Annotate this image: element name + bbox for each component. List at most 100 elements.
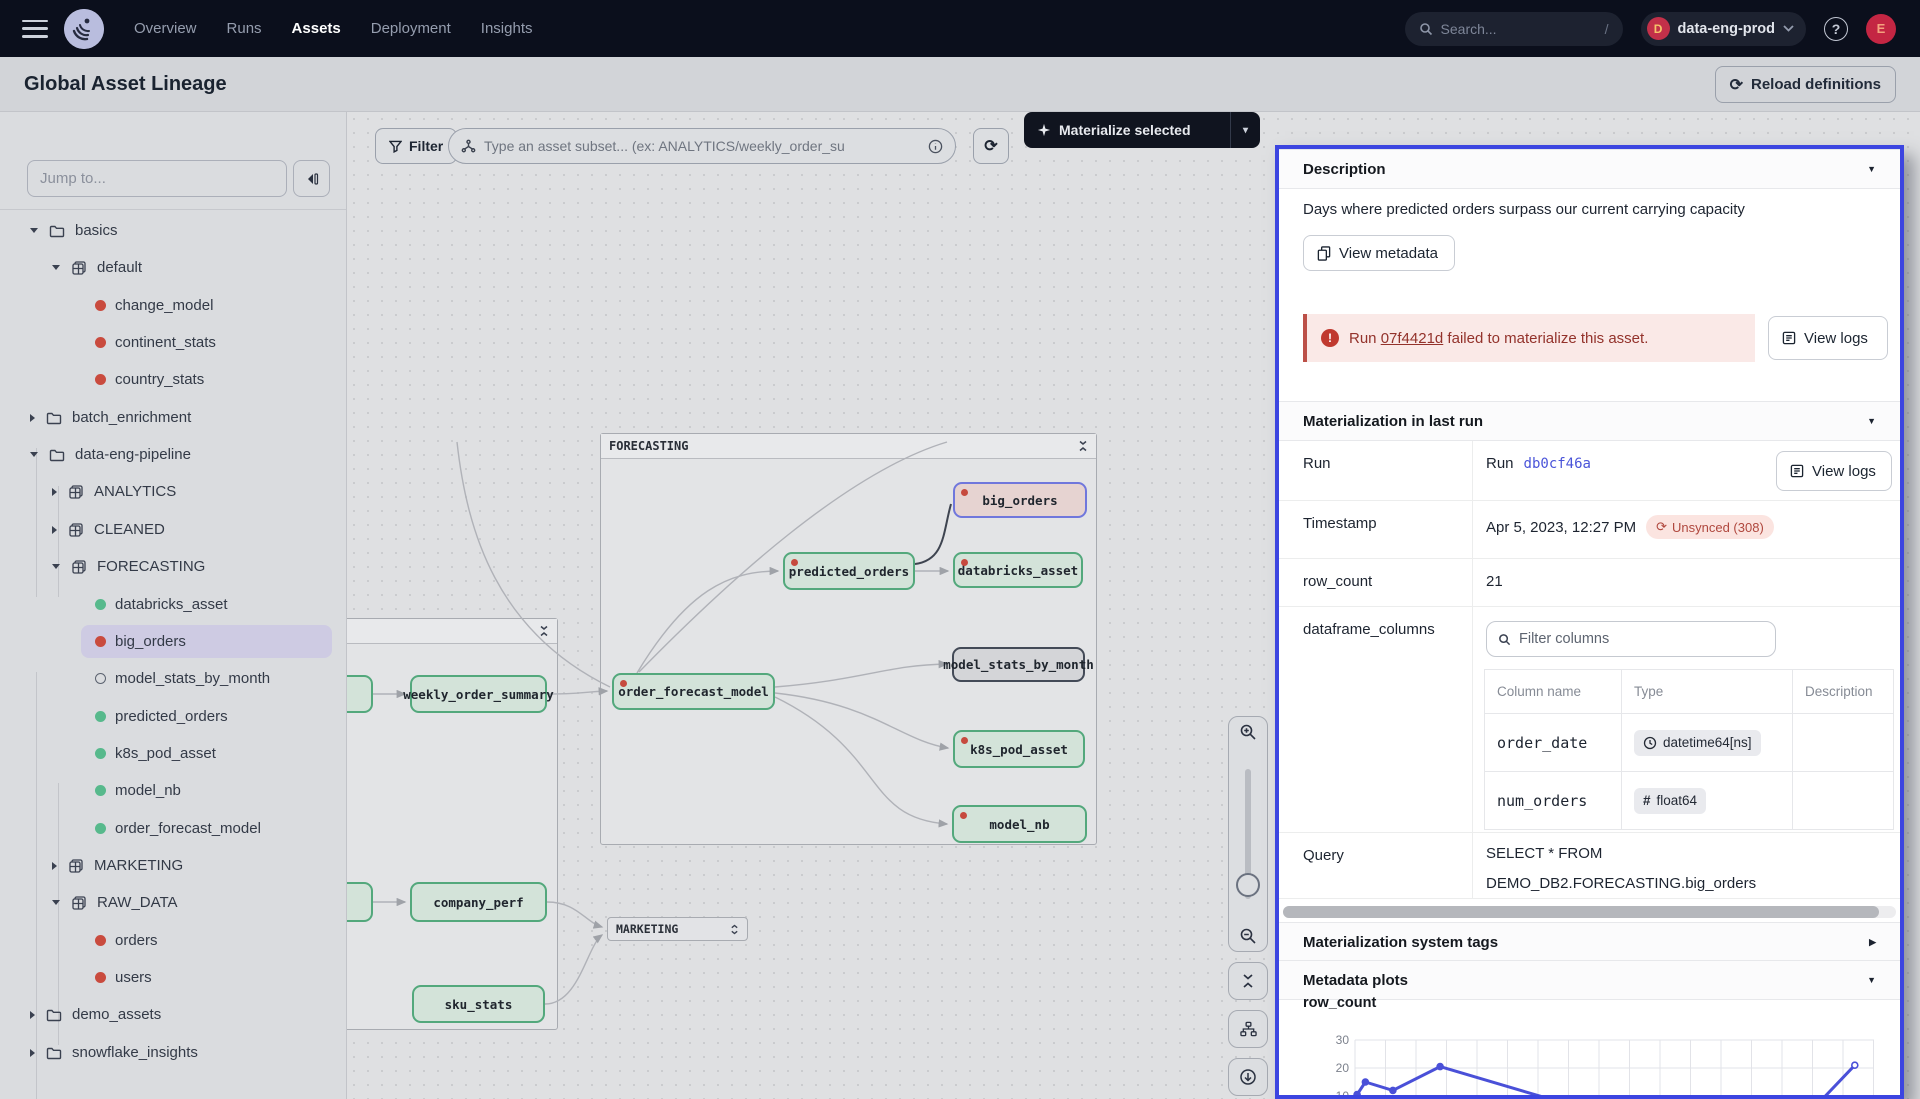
tree-caret-icon[interactable] (30, 1049, 35, 1057)
zoom-out-icon[interactable] (1239, 927, 1257, 945)
tree-caret-icon[interactable] (52, 564, 60, 569)
tree-caret-icon[interactable] (52, 526, 57, 534)
collapse-vertical-icon (1241, 973, 1255, 989)
sidebar-item-label: CLEANED (94, 521, 165, 538)
sidebar-item-continent_stats[interactable]: continent_stats (0, 324, 347, 361)
filter-button[interactable]: Filter (375, 128, 457, 164)
graph-node-k8s_pod_asset[interactable]: k8s_pod_asset (953, 730, 1085, 768)
sidebar-item-big_orders[interactable]: big_orders (0, 623, 347, 660)
zoom-slider-handle[interactable] (1236, 873, 1260, 897)
sidebar-item-demo_assets[interactable]: demo_assets (0, 996, 347, 1033)
tree-caret-icon[interactable] (30, 1011, 35, 1019)
search-icon (1498, 633, 1511, 646)
graph-node-big_orders[interactable]: big_orders (953, 482, 1087, 518)
graph-node-model_stats_by_month[interactable]: model_stats_by_month (952, 647, 1085, 682)
section-materialization-system-tags[interactable]: Materialization system tags ▶ (1279, 922, 1900, 962)
filter-columns-input[interactable] (1519, 631, 1764, 647)
view-logs-button[interactable]: View logs (1776, 451, 1892, 491)
sidebar-item-orders[interactable]: orders (0, 922, 347, 959)
asset-tree: basicsdefaultchange_modelcontinent_stats… (0, 212, 346, 1099)
sidebar-item-raw_data[interactable]: RAW_DATA (0, 884, 347, 921)
sidebar-item-marketing[interactable]: MARKETING (0, 847, 347, 884)
graph-node-weekly_order_summary[interactable]: weekly_order_summary (410, 675, 547, 713)
tree-caret-icon[interactable] (52, 265, 60, 270)
sidebar-item-change_model[interactable]: change_model (0, 287, 347, 324)
recenter-button[interactable] (1228, 1058, 1268, 1096)
sidebar-item-batch_enrichment[interactable]: batch_enrichment (0, 399, 347, 436)
sidebar-item-default[interactable]: default (0, 249, 347, 286)
tree-caret-icon[interactable] (30, 414, 35, 422)
nav-item-assets[interactable]: Assets (292, 20, 341, 37)
graph-node-predicted_orders[interactable]: predicted_orders (783, 552, 915, 590)
view-metadata-button[interactable]: View metadata (1303, 235, 1455, 271)
caret-right-icon: ▶ (1869, 937, 1876, 948)
sidebar-item-model_nb[interactable]: model_nb (0, 772, 347, 809)
graph-node-order_forecast_model[interactable]: order_forecast_model (612, 673, 775, 710)
jump-to-input[interactable] (27, 160, 287, 197)
sidebar-item-analytics[interactable]: ANALYTICS (0, 473, 347, 510)
sidebar-item-predicted_orders[interactable]: predicted_orders (0, 698, 347, 735)
nav-item-deployment[interactable]: Deployment (371, 20, 451, 37)
sidebar-item-k8s_pod_asset[interactable]: k8s_pod_asset (0, 735, 347, 772)
svg-text:10: 10 (1336, 1089, 1350, 1099)
user-avatar[interactable]: E (1866, 14, 1896, 44)
horizontal-scrollbar[interactable] (1283, 906, 1896, 918)
help-icon[interactable]: ? (1824, 17, 1848, 41)
dagster-logo-icon[interactable] (64, 9, 104, 49)
graph-node-partial_a[interactable] (347, 675, 373, 713)
global-search[interactable]: / (1405, 12, 1623, 46)
graph-node-partial_b[interactable] (347, 882, 373, 922)
failed-run-link[interactable]: 07f4421d (1381, 330, 1444, 347)
view-logs-button[interactable]: View logs (1768, 316, 1888, 360)
table-row: num_orders#float64 (1485, 772, 1894, 830)
tree-caret-icon[interactable] (30, 228, 38, 233)
refresh-graph-button[interactable]: ⟳ (973, 128, 1009, 164)
plot-title: row_count (1279, 995, 1900, 1011)
sidebar-item-model_stats_by_month[interactable]: model_stats_by_month (0, 660, 347, 697)
sidebar-item-basics[interactable]: basics (0, 212, 347, 249)
info-icon[interactable] (928, 139, 943, 154)
sidebar-item-snowflake_insights[interactable]: snowflake_insights (0, 1034, 347, 1071)
zoom-slider[interactable] (1245, 769, 1251, 899)
zoom-in-icon[interactable] (1239, 723, 1257, 741)
section-materialization-last-run[interactable]: Materialization in last run ▼ (1279, 401, 1900, 441)
sidebar-item-databricks_asset[interactable]: databricks_asset (0, 586, 347, 623)
graph-node-model_nb[interactable]: model_nb (952, 805, 1087, 843)
sidebar-item-cleaned[interactable]: CLEANED (0, 511, 347, 548)
sidebar-item-label: databricks_asset (115, 596, 228, 613)
nav-item-insights[interactable]: Insights (481, 20, 533, 37)
tree-caret-icon[interactable] (52, 900, 60, 905)
collapse-sidebar-button[interactable] (293, 160, 330, 197)
tree-caret-icon[interactable] (52, 862, 57, 870)
hamburger-menu-icon[interactable] (22, 20, 48, 38)
graph-node-company_perf[interactable]: company_perf (410, 882, 547, 922)
top-nav: Overview Runs Assets Deployment Insights… (0, 0, 1920, 57)
graph-layout-button[interactable] (1228, 1010, 1268, 1048)
nav-item-overview[interactable]: Overview (134, 20, 197, 37)
search-input[interactable] (1441, 21, 1571, 37)
tree-caret-icon[interactable] (52, 488, 57, 496)
nav-item-runs[interactable]: Runs (227, 20, 262, 37)
column-type-badge: datetime64[ns] (1634, 730, 1761, 756)
deployment-switcher[interactable]: D data-eng-prod (1641, 12, 1806, 46)
column-description (1793, 772, 1894, 830)
collapse-group-icon[interactable] (539, 625, 549, 637)
sidebar-item-order_forecast_model[interactable]: order_forecast_model (0, 810, 347, 847)
sidebar-item-country_stats[interactable]: country_stats (0, 361, 347, 398)
tree-caret-icon[interactable] (30, 452, 38, 457)
sidebar-item-forecasting[interactable]: FORECASTING (0, 548, 347, 585)
materialize-dropdown-caret[interactable]: ▾ (1230, 112, 1260, 148)
materialize-selected-button[interactable]: Materialize selected ▾ (1024, 112, 1260, 148)
asset-group-marketing-collapsed[interactable]: MARKETING (607, 917, 748, 941)
graph-node-databricks_asset[interactable]: databricks_asset (953, 552, 1083, 588)
run-id-link[interactable]: db0cf46a (1524, 456, 1591, 472)
collapse-all-groups-button[interactable] (1228, 962, 1268, 1000)
graph-node-sku_stats[interactable]: sku_stats (412, 985, 545, 1023)
sidebar-item-data-eng-pipeline[interactable]: data-eng-pipeline (0, 436, 347, 473)
asset-subset-input[interactable] (484, 138, 920, 154)
section-description[interactable]: Description ▼ (1279, 149, 1900, 189)
sidebar-item-users[interactable]: users (0, 959, 347, 996)
collapse-group-icon[interactable] (1078, 440, 1088, 452)
section-metadata-plots[interactable]: Metadata plots ▼ (1279, 960, 1900, 1000)
reload-definitions-button[interactable]: ⟳ Reload definitions (1715, 66, 1896, 103)
